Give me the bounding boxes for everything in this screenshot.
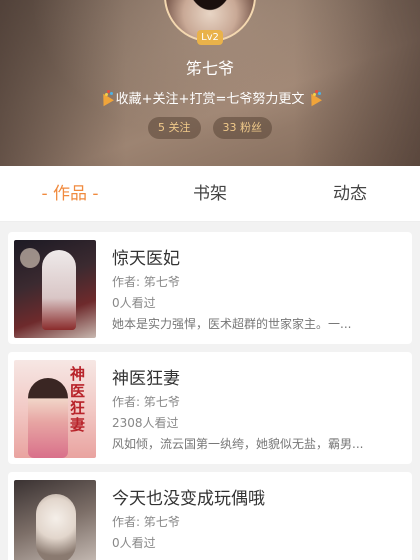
following-count-button[interactable]: 5 关注: [148, 117, 201, 139]
works-list: 惊天医妃 作者: 笫七爷 0人看过 她本是实力强悍，医术超群的世家家主。一...…: [0, 222, 420, 560]
tab-bookshelf[interactable]: 书架: [140, 166, 280, 221]
profile-tabs: - 作品 - 书架 动态: [0, 166, 420, 222]
cover-title: 神医狂妻: [70, 365, 86, 434]
book-title[interactable]: 惊天医妃: [112, 246, 406, 272]
party-popper-icon: [98, 89, 114, 106]
book-readers: 0人看过: [112, 296, 156, 310]
book-author: 作者: 笫七爷: [112, 275, 180, 289]
book-title[interactable]: 神医狂妻: [112, 366, 406, 392]
book-readers: 0人看过: [112, 536, 156, 550]
book-description: 她本是实力强悍，医术超群的世家家主。一...: [112, 317, 352, 331]
book-card[interactable]: 神医狂妻 神医狂妻 作者: 笫七爷 2308人看过 风如倾，流云国第一纨绔，她貌…: [8, 352, 412, 464]
fans-count-button[interactable]: 33 粉丝: [212, 117, 272, 139]
book-description: 风如倾，流云国第一纨绔，她貌似无盐，霸男...: [112, 437, 364, 451]
party-popper-icon: [306, 89, 322, 106]
book-title[interactable]: 今天也没变成玩偶哦: [112, 486, 406, 512]
book-cover[interactable]: [14, 480, 96, 560]
book-cover[interactable]: [14, 240, 96, 338]
tab-activity[interactable]: 动态: [280, 166, 420, 221]
profile-header: Lv2 笫七爷 收藏+关注+打赏=七爷努力更文 5 关注 33 粉丝: [0, 0, 420, 166]
motto-text: 收藏+关注+打赏=七爷努力更文: [115, 92, 305, 107]
book-readers: 2308人看过: [112, 416, 179, 430]
level-badge: Lv2: [197, 30, 223, 45]
book-author: 作者: 笫七爷: [112, 395, 180, 409]
book-description: [112, 554, 406, 560]
book-author: 作者: 笫七爷: [112, 515, 180, 529]
book-card[interactable]: 今天也没变成玩偶哦 作者: 笫七爷 0人看过: [8, 472, 412, 560]
nickname: 笫七爷: [185, 59, 234, 78]
profile-motto: 收藏+关注+打赏=七爷努力更文: [0, 88, 420, 107]
tab-works[interactable]: - 作品 -: [0, 166, 140, 221]
book-card[interactable]: 惊天医妃 作者: 笫七爷 0人看过 她本是实力强悍，医术超群的世家家主。一...: [8, 232, 412, 344]
book-cover[interactable]: 神医狂妻: [14, 360, 96, 458]
profile-stats: 5 关注 33 粉丝: [0, 117, 420, 139]
